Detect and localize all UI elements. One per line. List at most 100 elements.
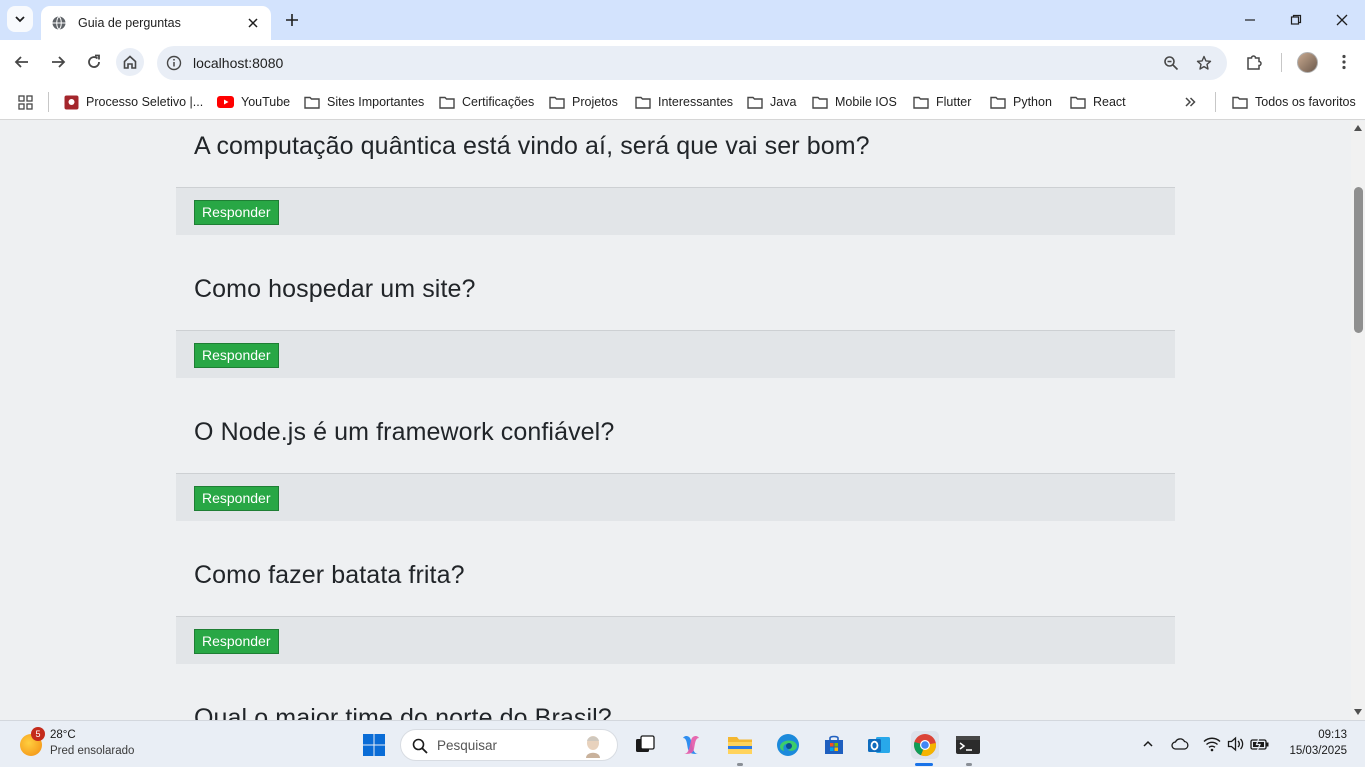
responder-button[interactable]: Responder: [194, 629, 279, 654]
microsoft-store-button[interactable]: [821, 732, 847, 758]
bookmark-folder-mobile-ios[interactable]: Mobile IOS: [812, 92, 897, 112]
chevron-down-icon: [15, 16, 25, 23]
scroll-down-arrow-icon[interactable]: [1354, 709, 1362, 715]
browser-toolbar: localhost:8080: [0, 40, 1365, 85]
folder-icon: [913, 96, 929, 109]
minimize-button[interactable]: [1227, 6, 1273, 34]
bookmark-label: Certificações: [462, 95, 535, 109]
zoom-icon[interactable]: [1161, 53, 1181, 73]
question-card-body: A computação quântica está vindo aí, ser…: [176, 121, 1175, 187]
tab-title: Guia de perguntas: [78, 16, 181, 30]
apps-button[interactable]: [18, 92, 40, 112]
bookmark-folder-certificacoes[interactable]: Certificações: [439, 92, 534, 112]
question-title: Qual o maior time do norte do Brasil?: [194, 704, 612, 720]
address-bar[interactable]: localhost:8080: [157, 46, 1227, 80]
wifi-button[interactable]: [1202, 734, 1222, 754]
running-indicator: [737, 763, 743, 766]
task-view-button[interactable]: [632, 732, 658, 758]
volume-button[interactable]: [1226, 734, 1246, 754]
profile-avatar[interactable]: [1297, 52, 1318, 73]
bookmark-folder-python[interactable]: Python: [990, 92, 1052, 112]
bookmarks-divider: [1215, 92, 1216, 112]
question-card-body: O Node.js é um framework confiável?: [176, 407, 1175, 473]
folder-icon: [635, 96, 651, 109]
folder-icon: [990, 96, 1006, 109]
bookmark-folder-react[interactable]: React: [1070, 92, 1126, 112]
arrow-right-icon: [52, 56, 66, 68]
home-icon: [123, 55, 137, 69]
folder-icon: [1070, 96, 1086, 109]
onedrive-button[interactable]: [1170, 734, 1190, 754]
site-info-icon[interactable]: [164, 53, 184, 73]
site-favicon-icon: [64, 95, 79, 109]
question-card-footer: Responder: [176, 473, 1175, 521]
menu-button[interactable]: [1330, 48, 1358, 76]
forward-button[interactable]: [44, 48, 72, 76]
bookmark-label: Processo Seletivo |...: [86, 95, 204, 109]
plus-icon: [286, 14, 298, 26]
terminal-icon: [956, 736, 980, 754]
clock-time: 09:13: [1318, 729, 1347, 741]
scroll-up-arrow-icon[interactable]: [1354, 125, 1362, 131]
bookmark-label: Projetos: [572, 95, 618, 109]
puzzle-icon: [1247, 55, 1262, 70]
active-tab[interactable]: Guia de perguntas: [41, 6, 271, 40]
edge-button[interactable]: [775, 732, 801, 758]
close-window-button[interactable]: [1319, 6, 1365, 34]
bookmark-folder-flutter[interactable]: Flutter: [913, 92, 971, 112]
url-text[interactable]: localhost:8080: [193, 55, 283, 71]
copilot-button[interactable]: [678, 732, 704, 758]
restore-button[interactable]: [1273, 6, 1319, 34]
all-bookmarks-folder[interactable]: Todos os favoritos: [1232, 92, 1356, 112]
toolbar-divider: [1281, 53, 1282, 72]
file-explorer-button[interactable]: [727, 732, 753, 758]
back-button[interactable]: [8, 48, 36, 76]
reload-button[interactable]: [80, 48, 108, 76]
notification-badge: 5: [31, 727, 45, 741]
more-bookmarks-button[interactable]: [1184, 92, 1203, 112]
question-card: A computação quântica está vindo aí, ser…: [176, 121, 1175, 235]
outlook-button[interactable]: [866, 732, 892, 758]
show-hidden-icons-button[interactable]: [1138, 734, 1158, 754]
minimize-icon: [1245, 19, 1255, 21]
chrome-button[interactable]: [911, 731, 939, 759]
question-title: O Node.js é um framework confiável?: [194, 418, 615, 446]
start-button[interactable]: [361, 732, 387, 758]
youtube-icon: [217, 96, 234, 108]
bookmark-folder-projetos[interactable]: Projetos: [549, 92, 618, 112]
bookmark-label: Flutter: [936, 95, 972, 109]
terminal-button[interactable]: [955, 732, 981, 758]
scrollbar-thumb[interactable]: [1354, 187, 1363, 333]
more-vertical-icon: [1342, 54, 1346, 70]
search-highlight-icon: [586, 736, 600, 758]
bookmark-folder-sites-importantes[interactable]: Sites Importantes: [304, 92, 424, 112]
home-button[interactable]: [116, 48, 144, 76]
question-card: Qual o maior time do norte do Brasil?: [176, 693, 1175, 720]
responder-button[interactable]: Responder: [194, 343, 279, 368]
bookmark-youtube[interactable]: YouTube: [217, 92, 290, 112]
responder-button[interactable]: Responder: [194, 200, 279, 225]
bookmark-label: Todos os favoritos: [1255, 95, 1356, 109]
bookmark-folder-java[interactable]: Java: [747, 92, 796, 112]
responder-button[interactable]: Responder: [194, 486, 279, 511]
taskbar-search[interactable]: Pesquisar: [400, 729, 618, 761]
folder-icon: [549, 96, 565, 109]
tab-strip: Guia de perguntas: [0, 0, 1365, 40]
close-tab-icon[interactable]: [245, 15, 261, 31]
running-indicator: [966, 763, 972, 766]
bookmark-processo-seletivo[interactable]: Processo Seletivo |...: [64, 92, 203, 112]
extensions-button[interactable]: [1240, 48, 1268, 76]
new-tab-button[interactable]: [281, 9, 303, 31]
battery-button[interactable]: [1250, 734, 1270, 754]
question-card: Como hospedar um site? Responder: [176, 264, 1175, 378]
bookmarks-divider: [48, 92, 49, 112]
star-icon[interactable]: [1194, 53, 1214, 73]
outlook-icon: [868, 737, 890, 753]
page-scrollbar[interactable]: [1351, 121, 1365, 720]
bookmark-folder-interessantes[interactable]: Interessantes: [635, 92, 733, 112]
question-card: O Node.js é um framework confiável? Resp…: [176, 407, 1175, 521]
speaker-icon: [1227, 736, 1244, 752]
question-title: Como fazer batata frita?: [194, 561, 465, 589]
folder-icon: [1232, 96, 1248, 109]
tab-search-button[interactable]: [7, 6, 33, 32]
